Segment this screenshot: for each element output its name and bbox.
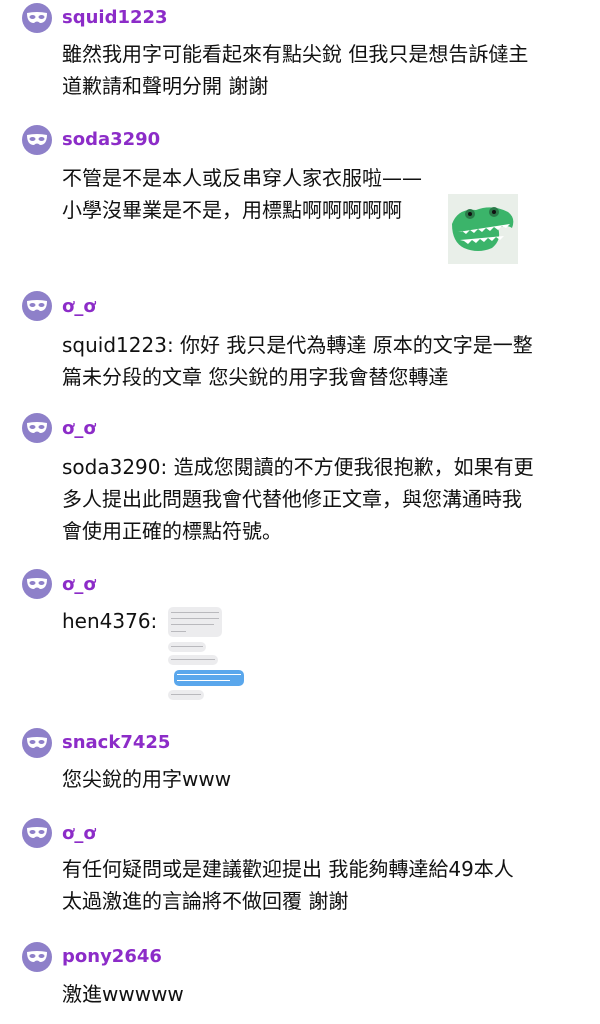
comment-text: 雖然我用字可能看起來有點尖銳 但我只是想告訴㒓主 道歉請和聲明分開 謝謝 (62, 38, 582, 102)
mask-icon (27, 737, 47, 748)
mask-icon (27, 827, 47, 838)
comment-line: 您尖銳的用字www (62, 767, 232, 791)
mask-icon (27, 951, 47, 962)
avatar[interactable] (22, 569, 52, 599)
mask-icon (27, 12, 47, 23)
username[interactable]: ơ_ơ (62, 574, 96, 596)
username[interactable]: ơ_ơ (62, 296, 96, 318)
comment-line-text: 小學沒畢業是不是，用標點啊啊啊啊啊 (62, 198, 402, 222)
comment-line: soda3290: 造成您閱讀的不方便我很抱歉，如果有更 (62, 455, 534, 479)
avatar[interactable] (22, 818, 52, 848)
comment-feed: squid1223 雖然我用字可能看起來有點尖銳 但我只是想告訴㒓主 道歉請和聲… (0, 0, 600, 1024)
comment-line: 有任何疑問或是建議歡迎提出 我能夠轉達給49本人 (62, 857, 514, 881)
comment-line: 激進wwwww (62, 982, 184, 1006)
chat-screenshot[interactable] (164, 604, 248, 700)
avatar[interactable] (22, 125, 52, 155)
comment-line: hen4376: (62, 609, 158, 633)
comment-text: hen4376: (62, 605, 582, 637)
comment-line: squid1223: 你好 我只是代為轉達 原本的文字是一整 (62, 333, 533, 357)
comment-line: 多人提出此問題我會代替他修正文章，與您溝通時我 (62, 487, 522, 511)
comment-text: 有任何疑問或是建議歡迎提出 我能夠轉達給49本人 太過激進的言論將不做回覆 謝謝 (62, 853, 582, 917)
username[interactable]: snack7425 (62, 732, 170, 754)
avatar[interactable] (22, 291, 52, 321)
avatar[interactable] (22, 413, 52, 443)
comment-text: squid1223: 你好 我只是代為轉達 原本的文字是一整 篇未分段的文章 您… (62, 329, 582, 393)
comment-text: 激進wwwww (62, 978, 582, 1010)
chat-bubble (174, 670, 244, 686)
comment-line: 篇未分段的文章 您尖銳的用字我會替您轉達 (62, 365, 449, 389)
comment-line: 太過激進的言論將不做回覆 謝謝 (62, 889, 349, 913)
comment-line: 不管是不是本人或反串穿人家衣服啦—— (62, 166, 422, 190)
comment-text: 您尖銳的用字www (62, 763, 582, 795)
mask-icon (27, 578, 47, 589)
avatar[interactable] (22, 3, 52, 33)
comment-text: soda3290: 造成您閱讀的不方便我很抱歉，如果有更 多人提出此問題我會代替… (62, 451, 582, 547)
mask-icon (27, 422, 47, 433)
avatar[interactable] (22, 942, 52, 972)
mask-icon (27, 134, 47, 145)
username[interactable]: ơ_ơ (62, 418, 96, 440)
username[interactable]: soda3290 (62, 129, 160, 151)
chat-bubble (168, 690, 204, 700)
username[interactable]: squid1223 (62, 7, 168, 29)
comment-line: 會使用正確的標點符號。 (62, 519, 282, 543)
username[interactable]: pony2646 (62, 946, 162, 968)
chat-bubble (168, 655, 218, 665)
comment-line: 道歉請和聲明分開 謝謝 (62, 74, 269, 98)
chat-bubble (168, 607, 222, 637)
chat-bubble (168, 642, 206, 652)
crocodile-sticker[interactable] (448, 194, 518, 264)
username[interactable]: ơ_ơ (62, 823, 96, 845)
avatar[interactable] (22, 728, 52, 758)
comment-line: 雖然我用字可能看起來有點尖銳 但我只是想告訴㒓主 (62, 42, 529, 66)
mask-icon (27, 300, 47, 311)
